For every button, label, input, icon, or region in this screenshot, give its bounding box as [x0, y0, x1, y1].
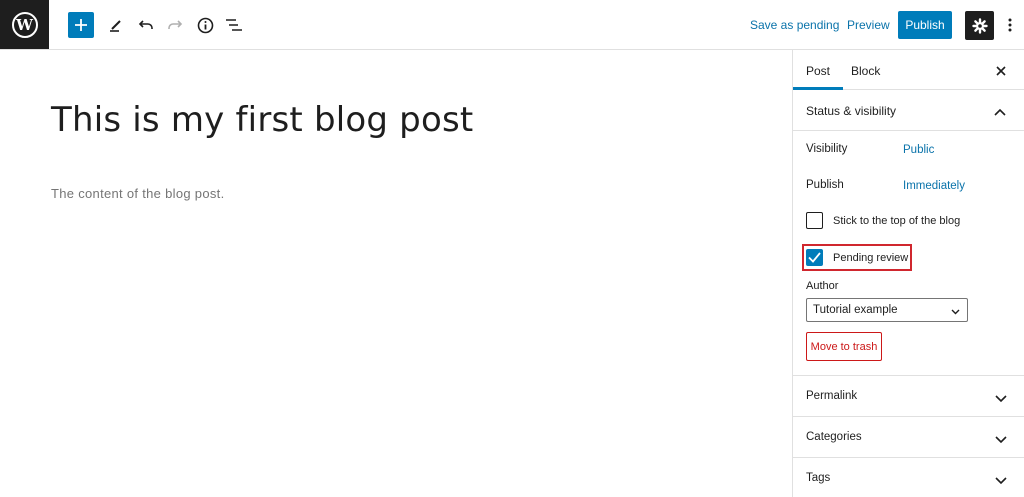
publish-label: Publish: [806, 179, 844, 191]
undo-icon: [138, 20, 153, 29]
stick-to-top-checkbox[interactable]: [806, 212, 823, 229]
list-view-icon: [226, 19, 242, 31]
details-button[interactable]: [192, 12, 218, 38]
save-as-pending-button[interactable]: Save as pending: [750, 18, 839, 32]
status-visibility-panel-header[interactable]: Status & visibility: [793, 90, 1024, 131]
visibility-label: Visibility: [806, 143, 848, 155]
wordpress-logo-button[interactable]: W: [0, 0, 49, 49]
publish-button[interactable]: Publish: [898, 11, 952, 39]
chevron-down-icon: [995, 431, 1007, 449]
panel-title: Categories: [806, 431, 862, 443]
author-label: Author: [806, 280, 839, 292]
chevron-up-icon: [994, 103, 1006, 121]
redo-button[interactable]: [162, 12, 188, 38]
settings-sidebar: Post Block Status & visibility Visibilit…: [792, 50, 1024, 497]
chevron-down-icon: [951, 306, 960, 318]
panel-title: Status & visibility: [806, 104, 897, 118]
wordpress-icon: W: [11, 11, 38, 38]
categories-panel-header[interactable]: Categories: [793, 416, 1024, 457]
plus-icon: [75, 19, 87, 31]
post-title[interactable]: This is my first blog post: [51, 100, 473, 140]
checkmark-icon: [808, 252, 821, 263]
add-block-button[interactable]: [68, 12, 94, 38]
sidebar-tabs: Post Block: [792, 50, 1024, 90]
tab-block[interactable]: Block: [851, 64, 880, 78]
stick-to-top-label[interactable]: Stick to the top of the blog: [833, 215, 960, 227]
options-button[interactable]: [1003, 14, 1017, 36]
pending-review-checkbox[interactable]: [806, 249, 823, 266]
chevron-down-icon: [995, 472, 1007, 490]
author-select[interactable]: Tutorial example: [806, 298, 968, 322]
gear-icon: [971, 17, 988, 34]
move-to-trash-button[interactable]: Move to trash: [806, 332, 882, 361]
pencil-icon: [110, 20, 121, 32]
settings-button[interactable]: [965, 11, 994, 40]
redo-icon: [168, 20, 183, 29]
undo-button[interactable]: [133, 12, 159, 38]
visibility-toggle[interactable]: Public: [903, 144, 934, 156]
preview-button[interactable]: Preview: [847, 18, 890, 32]
panel-title: Tags: [806, 472, 831, 484]
info-icon: [197, 17, 213, 33]
close-sidebar-button[interactable]: [996, 61, 1006, 81]
chevron-down-icon: [995, 390, 1007, 408]
pending-review-label[interactable]: Pending review: [833, 252, 908, 264]
author-select-value: Tutorial example: [813, 304, 898, 316]
editor-toolbar: W Save as pending Preview Publish: [0, 0, 1024, 50]
permalink-panel-header[interactable]: Permalink: [793, 375, 1024, 416]
post-content-paragraph[interactable]: The content of the blog post.: [51, 186, 224, 201]
more-vertical-icon: [1008, 18, 1012, 32]
tab-post[interactable]: Post: [792, 64, 844, 90]
list-view-button[interactable]: [221, 12, 247, 38]
tools-button[interactable]: [103, 12, 129, 38]
tags-panel-header[interactable]: Tags: [793, 457, 1024, 497]
close-icon: [996, 66, 1006, 76]
panel-title: Permalink: [806, 390, 858, 402]
publish-date-toggle[interactable]: Immediately: [903, 180, 965, 192]
